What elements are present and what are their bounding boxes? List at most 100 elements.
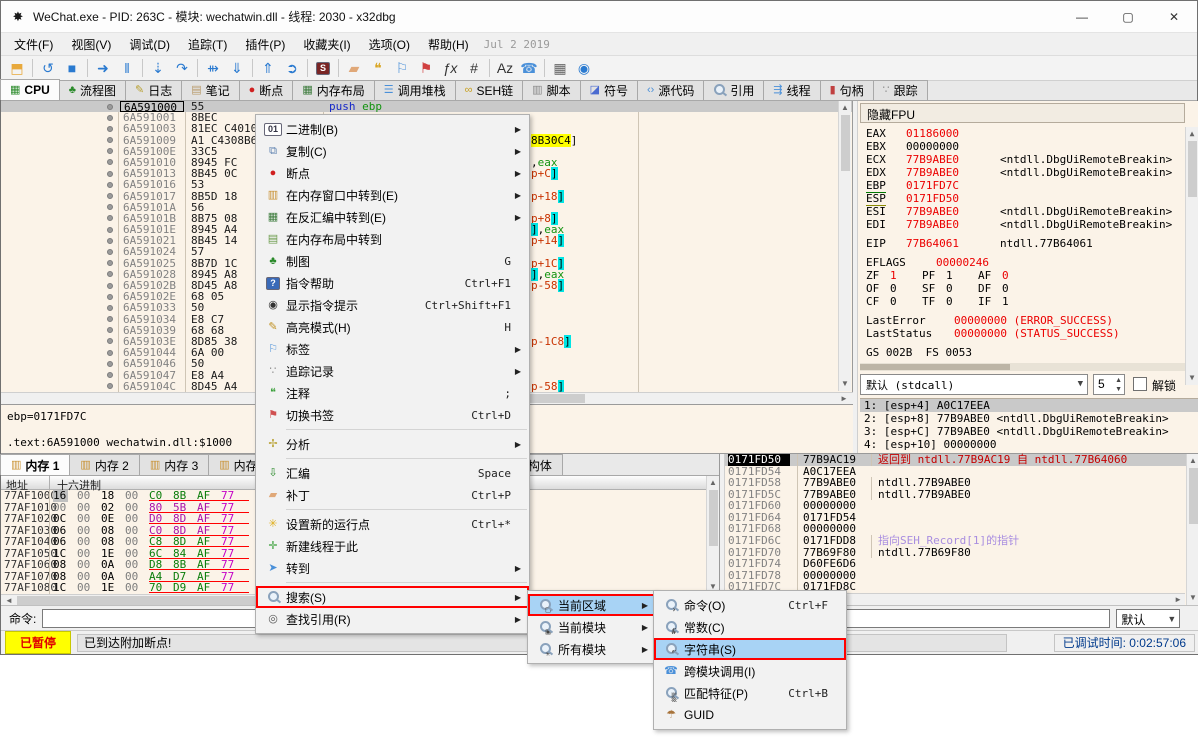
disassembly-vscrollbar[interactable]: ▲ ▼ bbox=[838, 101, 851, 391]
menu-item-set-new-origin-here[interactable]: ✳设置新的运行点Ctrl+* bbox=[256, 513, 529, 535]
menu-item-current-region[interactable]: □当前区域▶ bbox=[528, 594, 656, 616]
stack-row[interactable]: 0171FD640171FD54 bbox=[725, 512, 1198, 524]
stack-vscrollbar[interactable]: ▲ ▼ bbox=[1186, 454, 1198, 605]
breakpoint-dot-icon[interactable] bbox=[107, 316, 113, 322]
menu-item-follow-in-memory-window[interactable]: ▥在内存窗口中转到(E)▶ bbox=[256, 184, 529, 206]
command-mode-select[interactable]: 默认▼ bbox=[1116, 609, 1180, 628]
run-to-user-code-button[interactable]: ➲ bbox=[280, 57, 304, 79]
menu-item-command[interactable]: ›命令(O)Ctrl+F bbox=[654, 594, 846, 616]
dump-tab-memory-2[interactable]: ▥内存 2 bbox=[69, 454, 139, 475]
scroll-up-arrow-icon[interactable]: ▲ bbox=[839, 102, 851, 114]
dump-tab-memory-1[interactable]: ▥内存 1 bbox=[0, 454, 70, 475]
breakpoint-dot-icon[interactable] bbox=[107, 361, 113, 367]
menu-item-string-references[interactable]: “字符串(S) bbox=[654, 638, 846, 660]
case-button[interactable]: Aᴢ bbox=[493, 57, 517, 79]
tab-trace[interactable]: ∵跟踪 bbox=[873, 80, 928, 100]
menu-item-goto[interactable]: ➤转到▶ bbox=[256, 557, 529, 579]
argument-row[interactable]: 2: [esp+8] 77B9ABE0 <ntdll.DbgUiRemoteBr… bbox=[860, 412, 1198, 425]
menu-item-graph[interactable]: ♣制图G bbox=[256, 250, 529, 272]
scroll-up-arrow-icon[interactable]: ▲ bbox=[707, 477, 719, 489]
step-out-button[interactable]: ⇓ bbox=[225, 57, 249, 79]
dump-vscrollbar[interactable]: ▲ ▼ bbox=[706, 476, 719, 594]
tab-graph[interactable]: ♣流程图 bbox=[59, 80, 126, 100]
tab-symbols[interactable]: ◪符号 bbox=[580, 80, 638, 100]
menu-item-pattern[interactable]: ▒匹配特征(P)Ctrl+B bbox=[654, 682, 846, 704]
tab-handles[interactable]: ▮句柄 bbox=[820, 80, 874, 100]
menu-item-new-thread-here[interactable]: ✛新建线程于此 bbox=[256, 535, 529, 557]
stack-row[interactable]: 0171FD6000000000 bbox=[725, 500, 1198, 512]
argument-row[interactable]: 4: [esp+10] 00000000 bbox=[860, 438, 1198, 451]
menu-item-highlighting-mode[interactable]: ✎高亮模式(H)H bbox=[256, 316, 529, 338]
tab-script[interactable]: ▥脚本 bbox=[522, 80, 580, 100]
minimize-button[interactable]: — bbox=[1059, 1, 1105, 32]
run-button[interactable]: ➜ bbox=[91, 57, 115, 79]
stack-row[interactable]: 0171FD74D60FE6D6 bbox=[725, 558, 1198, 570]
execute-till-return-button[interactable]: ⇑ bbox=[256, 57, 280, 79]
breakpoint-dot-icon[interactable] bbox=[107, 126, 113, 132]
breakpoint-dot-icon[interactable] bbox=[107, 327, 113, 333]
argument-row[interactable]: 3: [esp+C] 77B9ABE0 <ntdll.DbgUiRemoteBr… bbox=[860, 425, 1198, 438]
argument-count-stepper[interactable]: 5▲▼ bbox=[1093, 374, 1125, 395]
stack-pane[interactable]: 0171FD5077B9AC19返回到 ntdll.77B9AC19 自 ntd… bbox=[724, 454, 1198, 606]
dump-tab-memory-3[interactable]: ▥内存 3 bbox=[139, 454, 209, 475]
menu-options[interactable]: 选项(O) bbox=[360, 34, 419, 55]
menu-item-label[interactable]: ⚐标签▶ bbox=[256, 338, 529, 360]
breakpoint-dot-icon[interactable] bbox=[107, 383, 113, 389]
breakpoint-dot-icon[interactable] bbox=[107, 193, 113, 199]
tab-log[interactable]: ✎日志 bbox=[125, 80, 182, 100]
breakpoint-dot-icon[interactable] bbox=[107, 283, 113, 289]
menu-item-analysis[interactable]: ✢分析▶ bbox=[256, 433, 529, 455]
run-to-cursor-button[interactable]: ⇻ bbox=[201, 57, 225, 79]
menu-file[interactable]: 文件(F) bbox=[5, 34, 62, 55]
menu-item-binary[interactable]: 01二进制(B)▶ bbox=[256, 118, 529, 140]
function-button[interactable]: ƒx bbox=[438, 57, 462, 79]
calls-button[interactable]: ☎ bbox=[517, 57, 541, 79]
maximize-button[interactable]: ▢ bbox=[1105, 1, 1151, 32]
breakpoint-dot-icon[interactable] bbox=[107, 159, 113, 165]
comment-button[interactable]: ❝ bbox=[366, 57, 390, 79]
menu-item-intermodular-calls[interactable]: ☎跨模块调用(I) bbox=[654, 660, 846, 682]
scroll-down-arrow-icon[interactable]: ▼ bbox=[839, 378, 851, 390]
registers-hscrollbar[interactable] bbox=[860, 363, 1185, 371]
globe-button[interactable]: ◉ bbox=[572, 57, 596, 79]
pause-button[interactable]: ‖ bbox=[115, 57, 139, 79]
breakpoint-dot-icon[interactable] bbox=[107, 350, 113, 356]
breakpoint-dot-icon[interactable] bbox=[107, 204, 113, 210]
skip-system-breakpoints-button[interactable]: S bbox=[311, 57, 335, 79]
menu-debug[interactable]: 调试(D) bbox=[120, 34, 179, 55]
menu-item-breakpoint[interactable]: ●断点▶ bbox=[256, 162, 529, 184]
tab-references[interactable]: 引用 bbox=[703, 80, 764, 100]
menu-item-patch[interactable]: ▰补丁Ctrl+P bbox=[256, 484, 529, 506]
stack-row[interactable]: 0171FD7077B69F80ntdll.77B69F80 bbox=[725, 547, 1198, 559]
breakpoint-dot-icon[interactable] bbox=[107, 338, 113, 344]
calculator-button[interactable]: ▦ bbox=[548, 57, 572, 79]
breakpoint-dot-icon[interactable] bbox=[107, 238, 113, 244]
step-into-button[interactable]: ⇣ bbox=[146, 57, 170, 79]
tab-threads[interactable]: ⇶线程 bbox=[763, 80, 820, 100]
menu-item-all-modules[interactable]: ✳所有模块▶ bbox=[528, 638, 656, 660]
breakpoint-dot-icon[interactable] bbox=[107, 294, 113, 300]
menu-trace[interactable]: 追踪(T) bbox=[179, 34, 236, 55]
close-button[interactable]: ✕ bbox=[1151, 1, 1197, 32]
breakpoint-dot-icon[interactable] bbox=[107, 271, 113, 277]
registers-pane[interactable]: 隐藏FPU EAX01186000EBX00000000ECX77B9ABE0<… bbox=[857, 101, 1198, 453]
registers-vscrollbar[interactable]: ▲ ▼ bbox=[1185, 127, 1198, 385]
breakpoint-dot-icon[interactable] bbox=[107, 137, 113, 143]
argument-row[interactable]: 1: [esp+4] A0C17EEA bbox=[860, 399, 1198, 412]
tab-notes[interactable]: ▤笔记 bbox=[181, 80, 239, 100]
breakpoint-dot-icon[interactable] bbox=[107, 115, 113, 121]
menu-help[interactable]: 帮助(H) bbox=[419, 34, 478, 55]
menu-view[interactable]: 视图(V) bbox=[62, 34, 120, 55]
menu-item-toggle-bookmark[interactable]: ⚑切换书签Ctrl+D bbox=[256, 404, 529, 426]
menu-item-constant[interactable]: #常数(C) bbox=[654, 616, 846, 638]
restart-button[interactable]: ↺ bbox=[36, 57, 60, 79]
scroll-right-arrow-icon[interactable]: ► bbox=[1174, 594, 1182, 605]
menu-item-copy[interactable]: ⧉复制(C)▶ bbox=[256, 140, 529, 162]
breakpoint-dot-icon[interactable] bbox=[107, 260, 113, 266]
menu-item-trace-record[interactable]: ∵追踪记录▶ bbox=[256, 360, 529, 382]
menu-item-show-instruction-tips[interactable]: ◉显示指令提示Ctrl+Shift+F1 bbox=[256, 294, 529, 316]
spinner-arrows-icon[interactable]: ▲▼ bbox=[1115, 376, 1122, 394]
stack-row[interactable]: 0171FD5C77B9ABE0ntdll.77B9ABE0 bbox=[725, 489, 1198, 501]
unlock-checkbox[interactable] bbox=[1133, 377, 1147, 391]
tab-source[interactable]: ‹›源代码 bbox=[637, 80, 704, 100]
